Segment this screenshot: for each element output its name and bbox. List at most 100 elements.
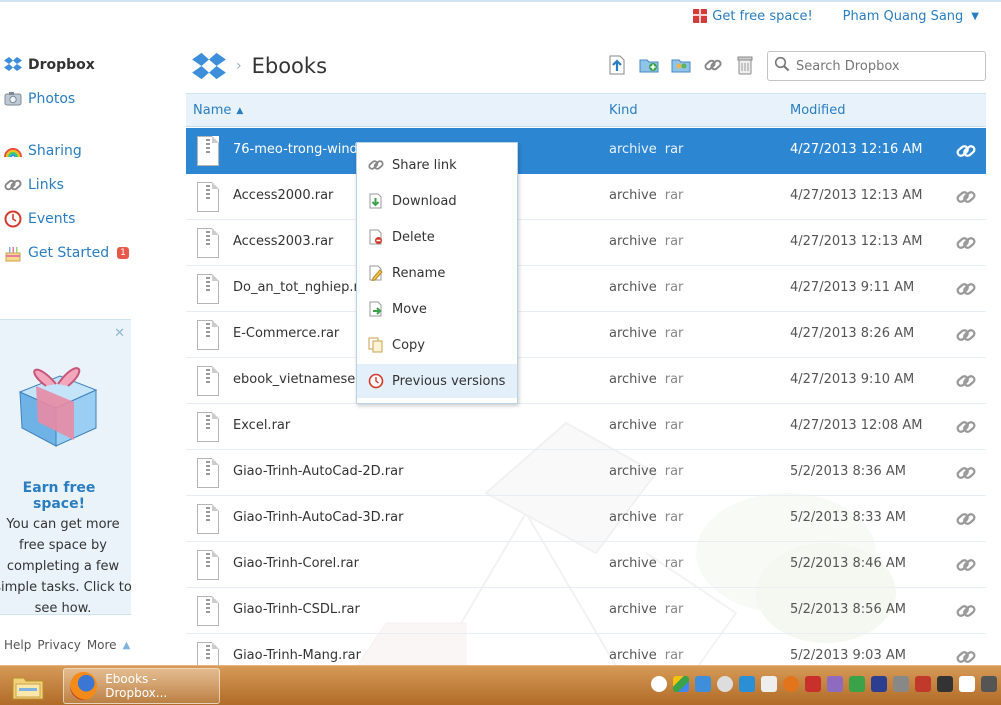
share-link-icon[interactable] — [956, 141, 976, 161]
table-row[interactable]: 76-meo-trong-windo archive rar 4/27/2013 12… — [186, 128, 986, 174]
menu-item-share-link[interactable]: Share link — [357, 148, 517, 182]
user-name: Pham Quang Sang — [842, 8, 964, 24]
column-header-name[interactable]: Name ▲ — [193, 103, 243, 118]
table-row[interactable]: Do_an_tot_nghiep.ra archive rar 4/27/2013 9… — [186, 266, 986, 312]
column-header-modified[interactable]: Modified — [790, 103, 845, 118]
file-explorer-icon[interactable] — [10, 670, 46, 702]
get-free-space-link[interactable]: Get free space! — [693, 9, 813, 24]
menu-item-label: Rename — [392, 265, 446, 281]
skype-icon[interactable] — [739, 676, 755, 692]
search-input[interactable] — [796, 58, 976, 74]
user-menu[interactable]: Pham Quang Sang ▼ — [843, 9, 979, 24]
window-icon[interactable] — [761, 676, 777, 692]
file-name[interactable]: Giao-Trinh-CSDL.rar — [233, 602, 360, 617]
share-link-icon[interactable] — [956, 371, 976, 391]
sidebar-item-get-started[interactable]: Get Started 1 — [4, 242, 129, 264]
move-icon — [368, 301, 384, 317]
sort-ascending-icon: ▲ — [236, 105, 244, 116]
archive-file-icon — [197, 642, 219, 665]
table-row[interactable]: Access2000.rar archive rar 4/27/2013 12:13 … — [186, 174, 986, 220]
dropbox-logo-icon[interactable] — [192, 51, 226, 81]
menu-item-delete[interactable]: Delete — [357, 220, 517, 254]
menu-item-previous-versions[interactable]: Previous versions — [357, 364, 517, 398]
file-name[interactable]: Giao-Trinh-AutoCad-3D.rar — [233, 510, 403, 525]
share-link-icon[interactable] — [956, 555, 976, 575]
file-name[interactable]: Access2000.rar — [233, 188, 333, 203]
file-name[interactable]: Do_an_tot_nghiep.ra — [233, 280, 367, 295]
search-box[interactable] — [767, 51, 986, 81]
file-name[interactable]: E-Commerce.rar — [233, 326, 339, 341]
taskbar-firefox-window[interactable]: Ebooks - Dropbox... — [63, 668, 220, 704]
menu-item-copy[interactable]: Copy — [357, 328, 517, 362]
shared-folder-icon[interactable] — [670, 54, 692, 76]
app-icon[interactable] — [783, 676, 799, 692]
promo-description: You can get more free space by completin… — [0, 517, 132, 616]
help-link[interactable]: Help — [4, 638, 31, 652]
share-link-icon[interactable] — [956, 417, 976, 437]
dropbox-tray-icon[interactable] — [695, 676, 711, 692]
top-bar: Get free space! Pham Quang Sang ▼ — [693, 6, 979, 26]
table-row[interactable]: Access2003.rar archive rar 4/27/2013 12:13 … — [186, 220, 986, 266]
monitor-icon[interactable] — [827, 676, 843, 692]
menu-item-rename[interactable]: Rename — [357, 256, 517, 290]
flag-icon[interactable] — [959, 676, 975, 692]
share-link-icon[interactable] — [956, 647, 976, 665]
file-modified: 4/27/2013 9:11 AM — [790, 280, 915, 295]
sidebar-item-events[interactable]: Events — [4, 208, 75, 230]
file-modified: 4/27/2013 8:26 AM — [790, 326, 915, 341]
file-name[interactable]: Excel.rar — [233, 418, 290, 433]
table-row[interactable]: Excel.rar archive rar 4/27/2013 12:08 AM — [186, 404, 986, 450]
file-name[interactable]: Giao-Trinh-Mang.rar — [233, 648, 361, 663]
file-name[interactable]: 76-meo-trong-windo — [233, 142, 366, 157]
search-icon — [774, 56, 790, 76]
vietkey-icon[interactable] — [915, 676, 931, 692]
new-folder-icon[interactable] — [638, 54, 660, 76]
share-link-icon[interactable] — [956, 279, 976, 299]
share-link-icon[interactable] — [956, 233, 976, 253]
caret-up-icon[interactable]: ▲ — [123, 640, 131, 651]
shield-icon[interactable] — [805, 676, 821, 692]
archive-file-icon — [197, 320, 219, 350]
table-row[interactable]: Giao-Trinh-Mang.rar archive rar 5/2/2013 9:… — [186, 634, 986, 665]
table-row[interactable]: Giao-Trinh-Corel.rar archive rar 5/2/2013 8… — [186, 542, 986, 588]
share-link-icon[interactable] — [956, 463, 976, 483]
menu-item-label: Share link — [392, 157, 457, 173]
drive-icon[interactable] — [673, 676, 689, 692]
sidebar-item-photos[interactable]: Photos — [4, 88, 75, 110]
column-header-kind[interactable]: Kind — [609, 103, 638, 118]
battery-icon[interactable] — [981, 676, 997, 692]
menu-item-move[interactable]: Move — [357, 292, 517, 326]
share-link-icon[interactable] — [956, 325, 976, 345]
privacy-link[interactable]: Privacy — [37, 638, 80, 652]
upload-icon[interactable] — [606, 54, 628, 76]
table-row[interactable]: Giao-Trinh-CSDL.rar archive rar 5/2/2013 8:… — [186, 588, 986, 634]
more-link[interactable]: More — [87, 638, 117, 652]
sidebar-item-dropbox[interactable]: Dropbox — [4, 54, 95, 76]
share-link-icon[interactable] — [702, 54, 724, 76]
sidebar-item-links[interactable]: Links — [4, 174, 64, 196]
volume-icon[interactable] — [893, 676, 909, 692]
table-row[interactable]: Giao-Trinh-AutoCad-2D.rar archive rar 5/2/2… — [186, 450, 986, 496]
status-icon[interactable] — [717, 676, 733, 692]
cloud-icon[interactable] — [651, 676, 667, 692]
table-row[interactable]: Giao-Trinh-AutoCad-3D.rar archive rar 5/2/2… — [186, 496, 986, 542]
file-name[interactable]: Giao-Trinh-AutoCad-2D.rar — [233, 464, 403, 479]
bluetooth-icon[interactable] — [871, 676, 887, 692]
file-name[interactable]: Giao-Trinh-Corel.rar — [233, 556, 359, 571]
share-link-icon[interactable] — [956, 509, 976, 529]
show-deleted-icon[interactable] — [734, 54, 756, 76]
file-name[interactable]: ebook_vietnamese.r — [233, 372, 365, 387]
share-link-icon[interactable] — [956, 187, 976, 207]
table-row[interactable]: E-Commerce.rar archive rar 4/27/2013 8:26 A… — [186, 312, 986, 358]
display-icon[interactable] — [937, 676, 953, 692]
sidebar-item-sharing[interactable]: Sharing — [4, 140, 82, 162]
toolbar — [606, 54, 756, 76]
breadcrumb-separator-icon: › — [236, 58, 242, 74]
bike-icon[interactable] — [849, 676, 865, 692]
share-link-icon[interactable] — [956, 601, 976, 621]
file-name[interactable]: Access2003.rar — [233, 234, 333, 249]
table-row[interactable]: ebook_vietnamese.r archive rar 4/27/2013 9:… — [186, 358, 986, 404]
close-icon[interactable]: ✕ — [114, 326, 125, 341]
menu-item-download[interactable]: Download — [357, 184, 517, 218]
earn-space-promo[interactable]: ✕ Earn free space! You can get more free… — [0, 319, 132, 616]
